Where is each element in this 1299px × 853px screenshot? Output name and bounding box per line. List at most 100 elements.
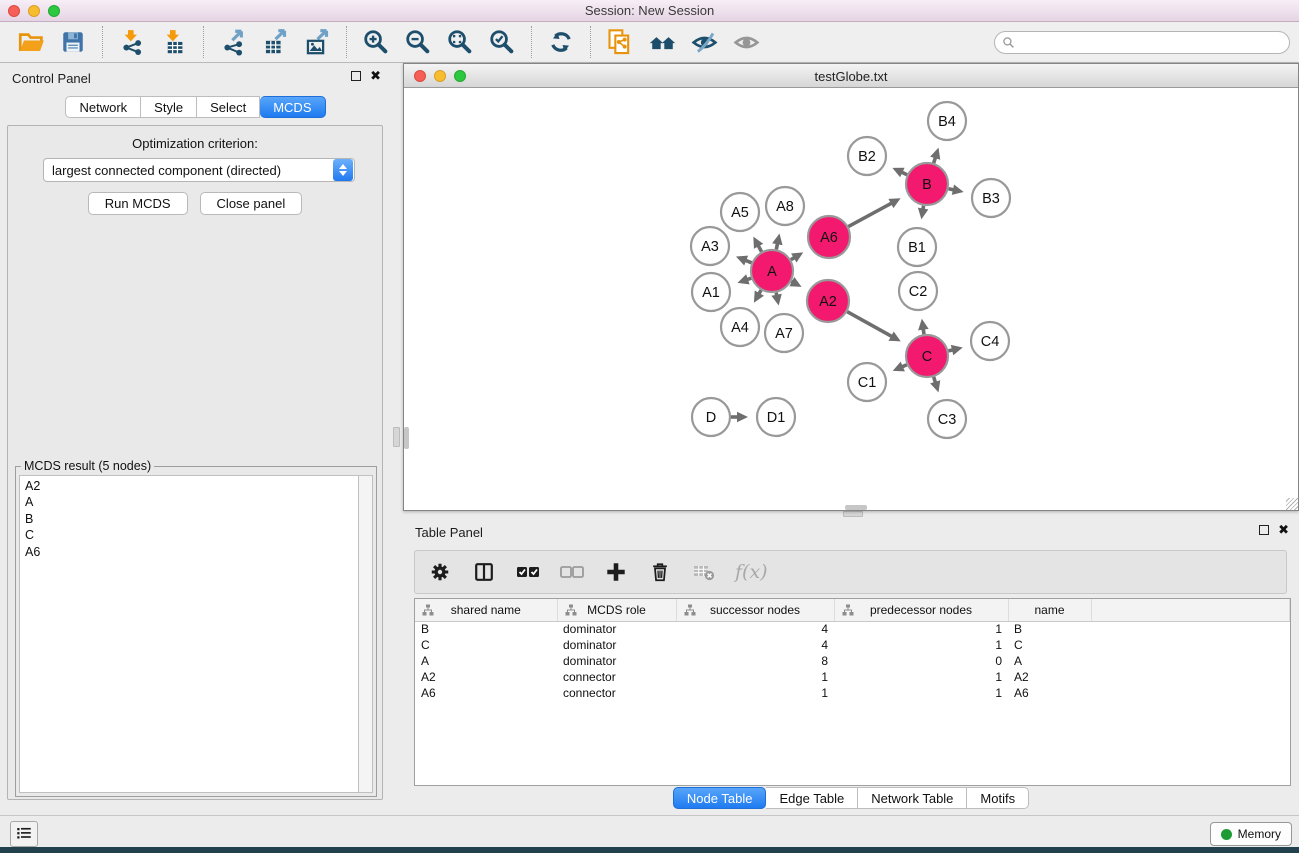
window-resize-grip[interactable] bbox=[1286, 498, 1298, 510]
cytoscape-app: Session: New Session bbox=[0, 0, 1299, 853]
import-network-icon[interactable] bbox=[117, 27, 147, 57]
network-window-titlebar[interactable]: testGlobe.txt bbox=[404, 64, 1298, 88]
export-image-icon[interactable] bbox=[302, 27, 332, 57]
table-cell: A6 bbox=[1008, 685, 1091, 701]
hide-selected-eye-icon[interactable] bbox=[689, 27, 719, 57]
table-cell: A bbox=[415, 653, 557, 669]
node-table: shared nameMCDS rolesuccessor nodesprede… bbox=[414, 598, 1291, 786]
zoom-out-icon[interactable] bbox=[403, 27, 433, 57]
graph-node-label: B3 bbox=[982, 191, 1000, 207]
tab-select[interactable]: Select bbox=[197, 96, 260, 118]
column-view-icon[interactable] bbox=[471, 559, 497, 585]
mcds-result-item[interactable]: B bbox=[25, 511, 358, 527]
run-mcds-button[interactable]: Run MCDS bbox=[88, 192, 188, 215]
deselect-checkboxes-icon[interactable] bbox=[559, 559, 585, 585]
export-table-icon[interactable] bbox=[260, 27, 290, 57]
select-all-checkboxes-icon[interactable] bbox=[515, 559, 541, 585]
graph-node-A4: A4 bbox=[721, 308, 759, 346]
delete-column-trash-icon[interactable] bbox=[647, 559, 673, 585]
graph-node-label: C3 bbox=[938, 412, 957, 428]
mcds-result-item[interactable]: A2 bbox=[25, 478, 358, 494]
close-panel-icon[interactable]: ✖ bbox=[370, 71, 381, 81]
table-panel: Table Panel ✖ bbox=[403, 517, 1299, 815]
graph-node-C2: C2 bbox=[899, 272, 937, 310]
tab-mcds[interactable]: MCDS bbox=[260, 96, 325, 118]
graph-node-B3: B3 bbox=[972, 179, 1010, 217]
toolbar-search bbox=[994, 31, 1290, 54]
table-panel-header: Table Panel ✖ bbox=[403, 517, 1299, 547]
table-cell: C bbox=[415, 637, 557, 653]
function-builder-icon[interactable]: f(x) bbox=[735, 559, 768, 585]
graph-node-A1: A1 bbox=[692, 273, 730, 311]
float-table-panel-icon[interactable] bbox=[1259, 525, 1269, 535]
column-header-shared-name[interactable]: shared name bbox=[415, 599, 557, 621]
graph-edge-A2-C[interactable] bbox=[847, 312, 893, 337]
table-cell: 1 bbox=[834, 637, 1008, 653]
graph-node-C1: C1 bbox=[848, 363, 886, 401]
graph-node-label: A1 bbox=[702, 285, 720, 301]
canvas-vertical-scrollbar[interactable] bbox=[404, 427, 409, 449]
settings-gear-icon[interactable] bbox=[427, 559, 453, 585]
result-list-scrollbar[interactable] bbox=[359, 475, 373, 793]
export-network-icon[interactable] bbox=[218, 27, 248, 57]
network-view-window: testGlobe.txt AA1A2A3A4A5A6A7A8BB1B2B3B4… bbox=[403, 63, 1299, 511]
graph-edge-arrowhead bbox=[930, 148, 940, 160]
graph-node-D1: D1 bbox=[757, 398, 795, 436]
float-panel-icon[interactable] bbox=[351, 71, 361, 81]
table-row[interactable]: Bdominator41B bbox=[415, 621, 1290, 637]
table-row[interactable]: A6connector11A6 bbox=[415, 685, 1290, 701]
import-table-icon[interactable] bbox=[159, 27, 189, 57]
tab-motifs[interactable]: Motifs bbox=[967, 787, 1029, 809]
network-canvas[interactable]: AA1A2A3A4A5A6A7A8BB1B2B3B4CC1C2C3C4DD1 bbox=[404, 88, 1298, 510]
table-row[interactable]: A2connector11A2 bbox=[415, 669, 1290, 685]
tab-network-table[interactable]: Network Table bbox=[858, 787, 967, 809]
home-layout-icon[interactable] bbox=[647, 27, 677, 57]
close-panel-button[interactable]: Close panel bbox=[200, 192, 303, 215]
function-icon-label: f(x) bbox=[735, 561, 768, 583]
column-header-name[interactable]: name bbox=[1008, 599, 1091, 621]
tab-style[interactable]: Style bbox=[141, 96, 197, 118]
search-input[interactable] bbox=[1015, 34, 1289, 52]
zoom-in-icon[interactable] bbox=[361, 27, 391, 57]
table-row[interactable]: Cdominator41C bbox=[415, 637, 1290, 653]
graph-edge-arrowhead bbox=[737, 274, 749, 284]
show-eye-icon[interactable] bbox=[731, 27, 761, 57]
vertical-split-divider[interactable] bbox=[393, 427, 400, 447]
mcds-result-item[interactable]: A bbox=[25, 494, 358, 510]
dropdown-stepper-icon[interactable] bbox=[333, 159, 353, 181]
table-cell: 1 bbox=[834, 669, 1008, 685]
canvas-horizontal-scrollbar[interactable] bbox=[845, 505, 867, 510]
tab-node-table[interactable]: Node Table bbox=[673, 787, 767, 809]
graph-node-B1: B1 bbox=[898, 228, 936, 266]
table-cell: 0 bbox=[834, 653, 1008, 669]
task-history-button[interactable] bbox=[10, 821, 38, 847]
mcds-result-item[interactable]: A6 bbox=[25, 544, 358, 560]
table-cell: A6 bbox=[415, 685, 557, 701]
tab-edge-table[interactable]: Edge Table bbox=[766, 787, 858, 809]
graph-node-A3: A3 bbox=[691, 227, 729, 265]
tab-network[interactable]: Network bbox=[65, 96, 141, 118]
save-session-icon[interactable] bbox=[58, 27, 88, 57]
table-cell: 1 bbox=[834, 685, 1008, 701]
column-header-label: predecessor nodes bbox=[836, 603, 1007, 617]
zoom-selected-icon[interactable] bbox=[487, 27, 517, 57]
open-session-icon[interactable] bbox=[605, 27, 635, 57]
memory-button[interactable]: Memory bbox=[1210, 822, 1292, 846]
graph-edge-arrowhead bbox=[930, 380, 940, 392]
optimization-criterion-select[interactable]: largest connected component (directed) bbox=[43, 158, 355, 182]
delete-table-icon[interactable] bbox=[691, 559, 717, 585]
column-header-predecessor-nodes[interactable]: predecessor nodes bbox=[834, 599, 1008, 621]
close-table-panel-icon[interactable]: ✖ bbox=[1278, 525, 1289, 535]
add-column-icon[interactable] bbox=[603, 559, 629, 585]
mcds-result-item[interactable]: C bbox=[25, 527, 358, 543]
memory-label: Memory bbox=[1238, 827, 1281, 841]
table-panel-tabs: Node TableEdge TableNetwork TableMotifs bbox=[403, 787, 1299, 809]
zoom-fit-icon[interactable] bbox=[445, 27, 475, 57]
graph-node-label: B1 bbox=[908, 240, 926, 256]
column-header-successor-nodes[interactable]: successor nodes bbox=[676, 599, 834, 621]
refresh-icon[interactable] bbox=[546, 27, 576, 57]
column-header-mcds-role[interactable]: MCDS role bbox=[557, 599, 676, 621]
graph-edge-A6-B[interactable] bbox=[848, 203, 892, 227]
table-row[interactable]: Adominator80A bbox=[415, 653, 1290, 669]
open-file-icon[interactable] bbox=[16, 27, 46, 57]
